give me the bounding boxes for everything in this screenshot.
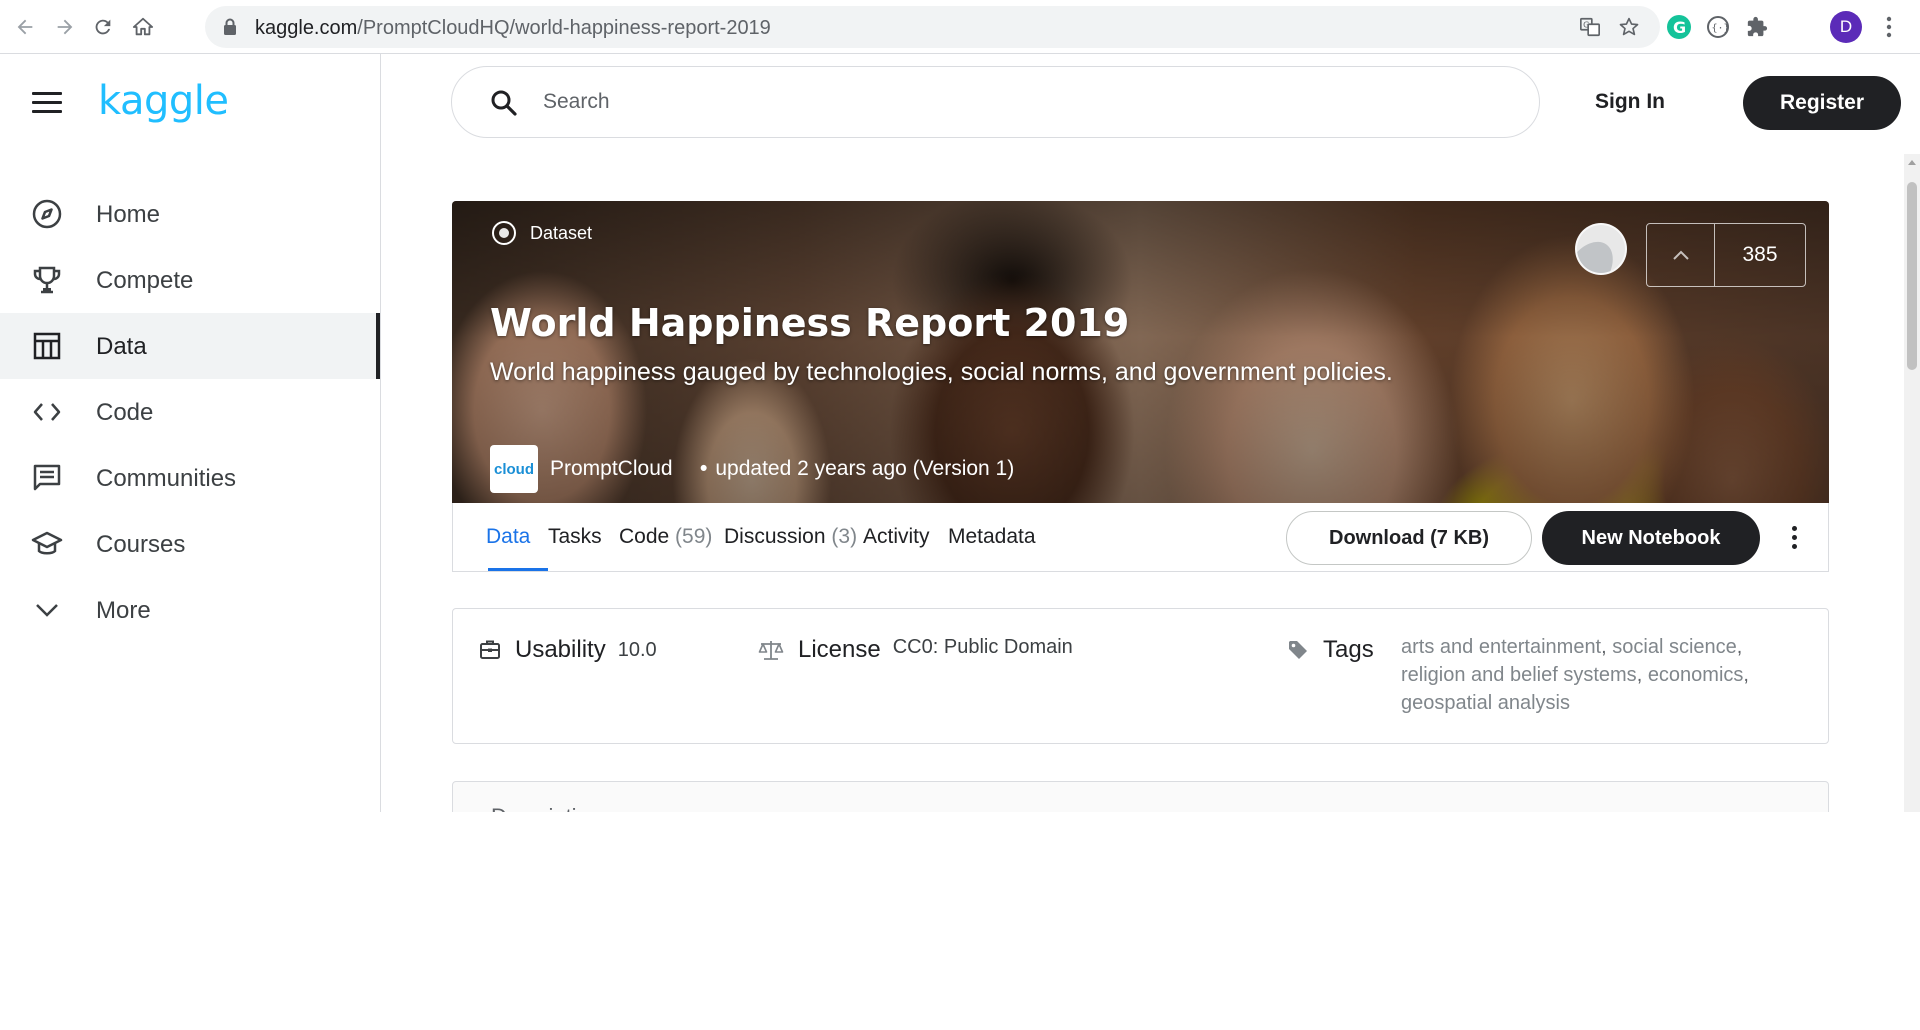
tag-link[interactable]: geospatial analysis bbox=[1401, 692, 1570, 714]
dataset-subtitle: World happiness gauged by technologies, … bbox=[490, 358, 1393, 386]
tag-link[interactable]: economics bbox=[1648, 664, 1744, 686]
svg-text:G: G bbox=[1673, 18, 1686, 37]
tab-data[interactable]: Data bbox=[486, 525, 530, 549]
tag-link[interactable]: religion and belief systems bbox=[1401, 664, 1637, 686]
download-button[interactable]: Download (7 KB) bbox=[1286, 511, 1532, 565]
tab-code[interactable]: Code (59) bbox=[619, 525, 712, 549]
sidebar-item-label: Code bbox=[96, 399, 154, 426]
code-brackets-icon bbox=[30, 397, 64, 427]
back-icon[interactable] bbox=[8, 10, 42, 44]
chevron-down-icon bbox=[30, 595, 64, 625]
usability-value: 10.0 bbox=[617, 638, 657, 661]
scroll-up-arrow-icon[interactable] bbox=[1908, 160, 1916, 165]
page-viewport: kaggle Home Compete Data Code Communitie… bbox=[0, 54, 1920, 812]
sidebar-item-data[interactable]: Data bbox=[0, 313, 380, 379]
search-input[interactable]: Search bbox=[543, 90, 610, 114]
license-info: License CC0: Public Domain bbox=[758, 636, 1073, 664]
dataset-icon bbox=[492, 221, 516, 245]
owner-name-link[interactable]: PromptCloud bbox=[550, 457, 673, 481]
tab-tasks[interactable]: Tasks bbox=[548, 525, 602, 549]
profile-avatar[interactable]: D bbox=[1830, 11, 1862, 43]
new-notebook-button[interactable]: New Notebook bbox=[1542, 511, 1760, 565]
grammarly-extension-icon[interactable]: G bbox=[1662, 10, 1696, 44]
tab-activity[interactable]: Activity bbox=[863, 525, 930, 549]
dataset-metadata-card: Usability 10.0 License CC0: Public Domai… bbox=[452, 608, 1829, 744]
trophy-icon bbox=[30, 265, 64, 295]
tags-list: arts and entertainment, social science, … bbox=[1401, 636, 1749, 714]
bookmark-star-icon[interactable] bbox=[1616, 14, 1642, 40]
dataset-header-banner: Dataset World Happiness Report 2019 Worl… bbox=[452, 201, 1829, 503]
sidebar-item-label: Data bbox=[96, 333, 147, 360]
address-bar[interactable]: kaggle.com/PromptCloudHQ/world-happiness… bbox=[205, 6, 1660, 48]
sidebar-item-compete[interactable]: Compete bbox=[0, 247, 380, 313]
svg-text:{·}: {·} bbox=[1712, 23, 1730, 34]
tab-metadata[interactable]: Metadata bbox=[948, 525, 1036, 549]
reload-icon[interactable] bbox=[86, 10, 120, 44]
sidebar-item-label: Home bbox=[96, 201, 161, 228]
upvote-count: 385 bbox=[1742, 243, 1778, 266]
license-label: License bbox=[798, 636, 881, 663]
sidebar-item-courses[interactable]: Courses bbox=[0, 511, 380, 577]
description-card: Description bbox=[452, 781, 1829, 812]
chevron-up-icon bbox=[1672, 250, 1689, 260]
sidebar-item-label: Courses bbox=[96, 531, 186, 558]
progress-pie-icon bbox=[1575, 223, 1627, 275]
forward-icon[interactable] bbox=[48, 10, 82, 44]
sidebar-item-label: More bbox=[96, 597, 151, 624]
sidebar-item-more[interactable]: More bbox=[0, 577, 380, 643]
browser-menu-icon[interactable] bbox=[1872, 10, 1906, 44]
extensions-puzzle-icon[interactable] bbox=[1740, 10, 1774, 44]
tag-link[interactable]: arts and entertainment bbox=[1401, 636, 1601, 658]
tab-discussion[interactable]: Discussion (3) bbox=[724, 525, 857, 549]
sidebar-item-home[interactable]: Home bbox=[0, 181, 380, 247]
tag-link[interactable]: social science bbox=[1612, 636, 1737, 658]
sign-in-link[interactable]: Sign In bbox=[1595, 90, 1665, 114]
register-button[interactable]: Register bbox=[1743, 76, 1901, 130]
compass-icon bbox=[30, 199, 64, 229]
lock-icon bbox=[223, 18, 237, 41]
dataset-tab-bar: Data Tasks Code (59) Discussion (3) Acti… bbox=[452, 503, 1829, 572]
owner-avatar[interactable]: cloud bbox=[490, 445, 538, 493]
extension-circle-icon[interactable]: {·} bbox=[1701, 10, 1735, 44]
translate-icon[interactable]: G bbox=[1577, 14, 1603, 40]
hamburger-menu-icon[interactable] bbox=[32, 92, 62, 114]
chat-icon bbox=[30, 463, 64, 493]
scale-icon bbox=[758, 641, 784, 660]
svg-text:G: G bbox=[1583, 19, 1589, 29]
dataset-title: World Happiness Report 2019 bbox=[490, 301, 1130, 345]
page-scrollbar[interactable] bbox=[1904, 154, 1920, 812]
tag-icon bbox=[1289, 641, 1307, 659]
sidebar: kaggle Home Compete Data Code Communitie… bbox=[0, 54, 381, 812]
active-tab-indicator bbox=[488, 568, 548, 571]
sidebar-item-code[interactable]: Code bbox=[0, 379, 380, 445]
blank-area bbox=[0, 812, 1920, 1030]
upvote-widget: 385 bbox=[1646, 223, 1806, 287]
browser-toolbar: kaggle.com/PromptCloudHQ/world-happiness… bbox=[0, 0, 1920, 54]
upvote-button[interactable] bbox=[1647, 224, 1715, 286]
tags-label: Tags bbox=[1323, 636, 1374, 663]
search-bar[interactable]: Search bbox=[451, 66, 1540, 138]
graduation-cap-icon bbox=[30, 529, 64, 559]
usability-info: Usability 10.0 bbox=[479, 636, 657, 664]
usability-label: Usability bbox=[515, 636, 606, 663]
table-icon bbox=[30, 331, 64, 361]
description-title: Description bbox=[491, 804, 601, 812]
license-value[interactable]: CC0: Public Domain bbox=[893, 636, 1073, 659]
search-icon bbox=[490, 89, 518, 122]
scrollbar-thumb[interactable] bbox=[1907, 182, 1917, 370]
url-text: kaggle.com/PromptCloudHQ/world-happiness… bbox=[255, 17, 771, 39]
more-options-icon[interactable] bbox=[1784, 519, 1804, 555]
dataset-type-label: Dataset bbox=[492, 221, 592, 245]
kaggle-logo[interactable]: kaggle bbox=[98, 78, 229, 124]
usability-icon bbox=[480, 640, 500, 659]
tags-info: Tags bbox=[1287, 636, 1374, 664]
home-icon[interactable] bbox=[126, 10, 160, 44]
sidebar-item-label: Communities bbox=[96, 465, 237, 492]
sidebar-item-communities[interactable]: Communities bbox=[0, 445, 380, 511]
sidebar-item-label: Compete bbox=[96, 267, 194, 294]
dataset-updated-info: • updated 2 years ago (Version 1) bbox=[700, 457, 1015, 480]
